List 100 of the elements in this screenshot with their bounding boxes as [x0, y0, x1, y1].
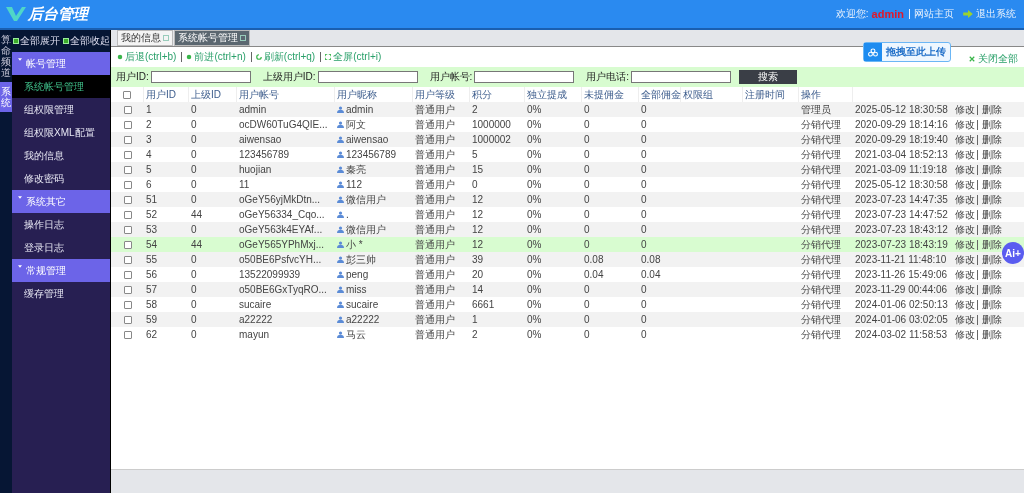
menu-group[interactable]: 系统其它 — [12, 190, 110, 213]
row-action-link[interactable]: 删除 — [977, 179, 1002, 190]
row-action-link[interactable]: 修改 — [955, 237, 975, 252]
search-button[interactable]: 搜索 — [739, 70, 798, 84]
input-field[interactable] — [474, 71, 575, 83]
menu-group[interactable]: 帐号管理 — [12, 52, 110, 75]
row-action-link[interactable]: 删除 — [977, 164, 1002, 175]
table-cell: o50BE6PsfvcYH... — [239, 254, 322, 265]
row-action-link[interactable]: 修改 — [955, 132, 975, 147]
row-action-link[interactable]: 删除 — [977, 239, 1002, 250]
checkbox[interactable] — [123, 90, 131, 99]
checkbox[interactable] — [123, 195, 132, 204]
input-field[interactable] — [150, 71, 251, 83]
toolbar-link[interactable]: 全屏(ctrl+i) — [320, 52, 382, 62]
checkbox[interactable] — [123, 285, 132, 294]
upload-badge[interactable]: 拖拽至此上传 — [863, 42, 951, 62]
row-action-link[interactable]: 修改 — [955, 222, 975, 237]
checkbox[interactable] — [123, 330, 132, 339]
row-action-link[interactable]: 修改 — [955, 192, 975, 207]
row-action-link[interactable]: 修改 — [955, 102, 975, 117]
welcome-label: 欢迎您: — [835, 7, 869, 21]
table-cell: 0 — [641, 164, 647, 175]
row-action-link[interactable]: 修改 — [955, 282, 975, 297]
table-cell: 0 — [584, 209, 590, 220]
menu-item[interactable]: 组权限XML配置 — [12, 121, 110, 144]
row-action-link[interactable]: 删除 — [977, 149, 1002, 160]
arrow-icon — [963, 10, 973, 18]
checkbox[interactable] — [123, 150, 132, 159]
checkbox[interactable] — [123, 225, 132, 234]
user-icon — [337, 121, 344, 128]
row-action-link[interactable]: 修改 — [955, 312, 975, 327]
row-action-link[interactable]: 修改 — [955, 147, 975, 162]
row-action-link[interactable]: 删除 — [977, 299, 1002, 310]
row-action-link[interactable]: 删除 — [977, 224, 1002, 235]
plus-icon — [63, 38, 69, 44]
row-action-link[interactable]: 修改 — [955, 117, 975, 132]
page-tab[interactable]: 我的信息 — [117, 30, 173, 46]
menu-item[interactable]: 操作日志 — [12, 213, 110, 236]
column-header: 用户帐号 — [237, 87, 335, 102]
menu-item[interactable]: 组权限管理 — [12, 98, 110, 121]
row-action-link[interactable]: 修改 — [955, 207, 975, 222]
menu-item[interactable]: 修改密码 — [12, 167, 110, 190]
checkbox[interactable] — [123, 210, 132, 219]
tree-action-link[interactable]: 全部收起 — [63, 34, 110, 48]
menu-item[interactable]: 我的信息 — [12, 144, 110, 167]
row-action-link[interactable]: 删除 — [977, 209, 1002, 220]
row-action-link[interactable]: 删除 — [977, 269, 1002, 280]
toolbar-link[interactable]: 前进(ctrl+n) — [181, 52, 246, 62]
side-tab[interactable]: 算命频道 — [0, 30, 12, 82]
row-action-link[interactable]: 删除 — [977, 329, 1002, 340]
checkbox[interactable] — [123, 240, 132, 249]
checkbox[interactable] — [123, 315, 132, 324]
table-cell: 0 — [584, 119, 590, 130]
checkbox[interactable] — [123, 180, 132, 189]
table-cell: 0 — [584, 284, 590, 295]
checkbox[interactable] — [123, 165, 132, 174]
checkbox[interactable] — [123, 105, 132, 114]
table-cell: 123456789 — [346, 149, 397, 160]
tree-action-link[interactable]: 全部展开 — [13, 34, 60, 48]
table-cell: 12 — [472, 209, 484, 220]
checkbox[interactable] — [123, 135, 132, 144]
table-cell: 普通用户 — [415, 297, 455, 312]
table-cell: 2 — [472, 329, 478, 340]
row-action-link[interactable]: 修改 — [955, 252, 975, 267]
table-cell: 0.04 — [584, 269, 604, 280]
toolbar-link[interactable]: 刷新(ctrl+q) — [250, 52, 316, 62]
table-cell: 51 — [146, 194, 158, 205]
menu-item[interactable]: 登录日志 — [12, 236, 110, 259]
row-action-link[interactable]: 删除 — [977, 119, 1002, 130]
table-cell: 0 — [191, 329, 197, 340]
checkbox[interactable] — [123, 300, 132, 309]
row-action-link[interactable]: 删除 — [977, 254, 1002, 265]
toolbar-link[interactable]: 后退(ctrl+b) — [117, 50, 177, 64]
table-cell: 2023-07-23 18:43:19 — [855, 239, 948, 250]
row-action-link[interactable]: 删除 — [977, 104, 1002, 115]
close-all-link[interactable]: 关闭全部 — [969, 52, 1018, 66]
row-action-link[interactable]: 删除 — [977, 194, 1002, 205]
input-field[interactable] — [631, 71, 732, 83]
checkbox[interactable] — [123, 270, 132, 279]
row-action-link[interactable]: 删除 — [977, 314, 1002, 325]
column-header: 用户等级 — [413, 87, 470, 102]
side-tab[interactable]: 系统 — [0, 82, 12, 112]
menu-item[interactable]: 缓存管理 — [12, 282, 110, 305]
menu-group[interactable]: 常规管理 — [12, 259, 110, 282]
table-cell: 0 — [191, 299, 197, 310]
row-action-link[interactable]: 修改 — [955, 297, 975, 312]
row-action-link[interactable]: 删除 — [977, 134, 1002, 145]
checkbox[interactable] — [123, 255, 132, 264]
input-field[interactable] — [317, 71, 418, 83]
row-action-link[interactable]: 修改 — [955, 267, 975, 282]
page-tab[interactable]: 系统帐号管理 — [174, 30, 250, 46]
table-cell: 2023-11-21 11:48:10 — [855, 254, 947, 265]
menu-item[interactable]: 系统帐号管理 — [12, 75, 110, 98]
row-action-link[interactable]: 修改 — [955, 162, 975, 177]
table-cell: 普通用户 — [415, 207, 455, 222]
checkbox[interactable] — [123, 120, 132, 129]
row-action-link[interactable]: 修改 — [955, 177, 975, 192]
row-action-link[interactable]: 删除 — [977, 284, 1002, 295]
table-cell: 普通用户 — [415, 147, 455, 162]
row-action-link[interactable]: 修改 — [955, 327, 975, 342]
